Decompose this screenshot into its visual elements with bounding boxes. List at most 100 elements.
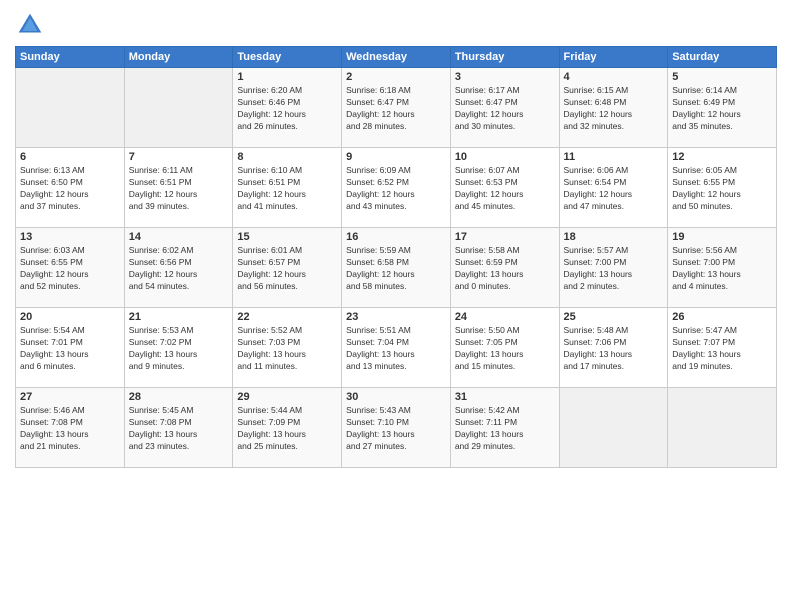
day-number: 16 <box>346 231 446 243</box>
day-info: Sunrise: 5:47 AM Sunset: 7:07 PM Dayligh… <box>672 325 772 373</box>
calendar-cell: 29 Sunrise: 5:44 AM Sunset: 7:09 PM Dayli… <box>233 388 342 468</box>
day-number: 19 <box>672 231 772 243</box>
calendar-cell: 24 Sunrise: 5:50 AM Sunset: 7:05 PM Dayli… <box>450 308 559 388</box>
day-number: 26 <box>672 311 772 323</box>
calendar-cell: 21Sunrise: 5:53 AM Sunset: 7:02 PM Dayli… <box>124 308 233 388</box>
calendar-cell: 18 Sunrise: 5:57 AM Sunset: 7:00 PM Dayli… <box>559 228 668 308</box>
weekday-header-wednesday: Wednesday <box>342 47 451 68</box>
calendar-cell: 14 Sunrise: 6:02 AM Sunset: 6:56 PM Dayli… <box>124 228 233 308</box>
calendar-cell: 10 Sunrise: 6:07 AM Sunset: 6:53 PM Dayli… <box>450 148 559 228</box>
calendar-header: SundayMondayTuesdayWednesdayThursdayFrid… <box>16 47 777 68</box>
day-number: 11 <box>564 151 664 163</box>
calendar-cell: 25 Sunrise: 5:48 AM Sunset: 7:06 PM Dayli… <box>559 308 668 388</box>
day-number: 1 <box>237 71 337 83</box>
day-number: 31 <box>455 391 555 403</box>
calendar-cell: 19 Sunrise: 5:56 AM Sunset: 7:00 PM Dayli… <box>668 228 777 308</box>
day-info: Sunrise: 6:18 AM Sunset: 6:47 PM Dayligh… <box>346 85 446 133</box>
day-info: Sunrise: 6:02 AM Sunset: 6:56 PM Dayligh… <box>129 245 229 293</box>
calendar-week-row: 6 Sunrise: 6:13 AM Sunset: 6:50 PM Daylig… <box>16 148 777 228</box>
calendar-cell: 3 Sunrise: 6:17 AM Sunset: 6:47 PM Daylig… <box>450 68 559 148</box>
calendar-body: 1 Sunrise: 6:20 AM Sunset: 6:46 PM Daylig… <box>16 68 777 468</box>
day-info: Sunrise: 6:13 AM Sunset: 6:50 PM Dayligh… <box>20 165 120 213</box>
calendar-cell: 8 Sunrise: 6:10 AM Sunset: 6:51 PM Daylig… <box>233 148 342 228</box>
day-number: 9 <box>346 151 446 163</box>
day-number: 4 <box>564 71 664 83</box>
calendar-cell <box>16 68 125 148</box>
calendar-cell: 6 Sunrise: 6:13 AM Sunset: 6:50 PM Daylig… <box>16 148 125 228</box>
day-info: Sunrise: 5:54 AM Sunset: 7:01 PM Dayligh… <box>20 325 120 373</box>
day-number: 29 <box>237 391 337 403</box>
calendar-cell: 9 Sunrise: 6:09 AM Sunset: 6:52 PM Daylig… <box>342 148 451 228</box>
weekday-header-saturday: Saturday <box>668 47 777 68</box>
calendar-week-row: 13Sunrise: 6:03 AM Sunset: 6:55 PM Dayli… <box>16 228 777 308</box>
day-number: 14 <box>129 231 229 243</box>
weekday-header-monday: Monday <box>124 47 233 68</box>
day-number: 2 <box>346 71 446 83</box>
calendar-cell: 1 Sunrise: 6:20 AM Sunset: 6:46 PM Daylig… <box>233 68 342 148</box>
calendar-cell: 31 Sunrise: 5:42 AM Sunset: 7:11 PM Dayli… <box>450 388 559 468</box>
day-info: Sunrise: 5:50 AM Sunset: 7:05 PM Dayligh… <box>455 325 555 373</box>
day-info: Sunrise: 6:07 AM Sunset: 6:53 PM Dayligh… <box>455 165 555 213</box>
day-info: Sunrise: 6:15 AM Sunset: 6:48 PM Dayligh… <box>564 85 664 133</box>
day-info: Sunrise: 6:14 AM Sunset: 6:49 PM Dayligh… <box>672 85 772 133</box>
day-info: Sunrise: 5:53 AM Sunset: 7:02 PM Dayligh… <box>129 325 229 373</box>
day-info: Sunrise: 5:57 AM Sunset: 7:00 PM Dayligh… <box>564 245 664 293</box>
weekday-header-sunday: Sunday <box>16 47 125 68</box>
day-info: Sunrise: 5:59 AM Sunset: 6:58 PM Dayligh… <box>346 245 446 293</box>
calendar-cell: 22Sunrise: 5:52 AM Sunset: 7:03 PM Dayli… <box>233 308 342 388</box>
calendar-cell: 12 Sunrise: 6:05 AM Sunset: 6:55 PM Dayli… <box>668 148 777 228</box>
calendar-week-row: 27 Sunrise: 5:46 AM Sunset: 7:08 PM Dayli… <box>16 388 777 468</box>
calendar-cell: 15Sunrise: 6:01 AM Sunset: 6:57 PM Dayli… <box>233 228 342 308</box>
day-number: 6 <box>20 151 120 163</box>
day-number: 24 <box>455 311 555 323</box>
calendar-week-row: 20Sunrise: 5:54 AM Sunset: 7:01 PM Dayli… <box>16 308 777 388</box>
day-number: 15 <box>237 231 337 243</box>
day-number: 3 <box>455 71 555 83</box>
header <box>15 10 777 40</box>
day-info: Sunrise: 5:44 AM Sunset: 7:09 PM Dayligh… <box>237 405 337 453</box>
calendar-cell: 2 Sunrise: 6:18 AM Sunset: 6:47 PM Daylig… <box>342 68 451 148</box>
day-info: Sunrise: 6:20 AM Sunset: 6:46 PM Dayligh… <box>237 85 337 133</box>
day-info: Sunrise: 5:46 AM Sunset: 7:08 PM Dayligh… <box>20 405 120 453</box>
day-info: Sunrise: 6:11 AM Sunset: 6:51 PM Dayligh… <box>129 165 229 213</box>
day-number: 7 <box>129 151 229 163</box>
weekday-header-thursday: Thursday <box>450 47 559 68</box>
calendar-week-row: 1 Sunrise: 6:20 AM Sunset: 6:46 PM Daylig… <box>16 68 777 148</box>
calendar-cell: 23 Sunrise: 5:51 AM Sunset: 7:04 PM Dayli… <box>342 308 451 388</box>
day-info: Sunrise: 5:45 AM Sunset: 7:08 PM Dayligh… <box>129 405 229 453</box>
calendar-cell: 17Sunrise: 5:58 AM Sunset: 6:59 PM Dayli… <box>450 228 559 308</box>
day-number: 8 <box>237 151 337 163</box>
day-info: Sunrise: 5:48 AM Sunset: 7:06 PM Dayligh… <box>564 325 664 373</box>
day-number: 30 <box>346 391 446 403</box>
weekday-header-tuesday: Tuesday <box>233 47 342 68</box>
day-info: Sunrise: 5:42 AM Sunset: 7:11 PM Dayligh… <box>455 405 555 453</box>
day-info: Sunrise: 5:52 AM Sunset: 7:03 PM Dayligh… <box>237 325 337 373</box>
day-number: 18 <box>564 231 664 243</box>
calendar-cell <box>668 388 777 468</box>
calendar-cell: 16 Sunrise: 5:59 AM Sunset: 6:58 PM Dayli… <box>342 228 451 308</box>
weekday-header-friday: Friday <box>559 47 668 68</box>
calendar-cell: 30 Sunrise: 5:43 AM Sunset: 7:10 PM Dayli… <box>342 388 451 468</box>
day-info: Sunrise: 6:05 AM Sunset: 6:55 PM Dayligh… <box>672 165 772 213</box>
day-number: 13 <box>20 231 120 243</box>
day-info: Sunrise: 6:17 AM Sunset: 6:47 PM Dayligh… <box>455 85 555 133</box>
calendar-cell: 7 Sunrise: 6:11 AM Sunset: 6:51 PM Daylig… <box>124 148 233 228</box>
day-number: 23 <box>346 311 446 323</box>
day-number: 25 <box>564 311 664 323</box>
day-info: Sunrise: 5:43 AM Sunset: 7:10 PM Dayligh… <box>346 405 446 453</box>
day-info: Sunrise: 5:51 AM Sunset: 7:04 PM Dayligh… <box>346 325 446 373</box>
day-number: 12 <box>672 151 772 163</box>
day-number: 10 <box>455 151 555 163</box>
weekday-row: SundayMondayTuesdayWednesdayThursdayFrid… <box>16 47 777 68</box>
day-info: Sunrise: 5:56 AM Sunset: 7:00 PM Dayligh… <box>672 245 772 293</box>
day-number: 27 <box>20 391 120 403</box>
day-info: Sunrise: 6:10 AM Sunset: 6:51 PM Dayligh… <box>237 165 337 213</box>
day-info: Sunrise: 6:09 AM Sunset: 6:52 PM Dayligh… <box>346 165 446 213</box>
page: SundayMondayTuesdayWednesdayThursdayFrid… <box>0 0 792 612</box>
day-number: 28 <box>129 391 229 403</box>
logo <box>15 10 49 40</box>
day-info: Sunrise: 6:06 AM Sunset: 6:54 PM Dayligh… <box>564 165 664 213</box>
calendar-cell: 20Sunrise: 5:54 AM Sunset: 7:01 PM Dayli… <box>16 308 125 388</box>
calendar-cell: 26 Sunrise: 5:47 AM Sunset: 7:07 PM Dayli… <box>668 308 777 388</box>
calendar-cell <box>124 68 233 148</box>
